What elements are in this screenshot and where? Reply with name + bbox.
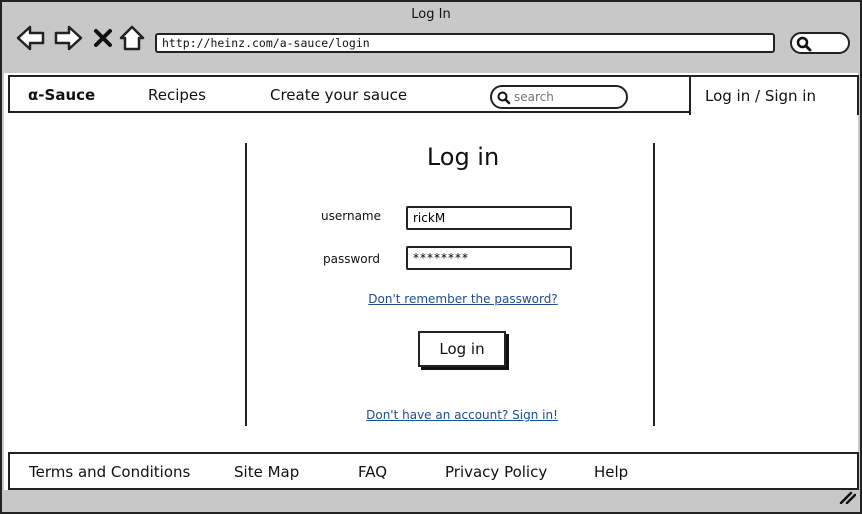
site-header: α-Sauce Recipes Create your sauce	[8, 75, 691, 113]
signup-link[interactable]: Don't have an account? Sign in!	[342, 408, 582, 422]
tab-login-signin[interactable]: Log in / Sign in	[689, 75, 859, 115]
nav-item-create-sauce[interactable]: Create your sauce	[270, 86, 407, 104]
brand-logo[interactable]: α-Sauce	[28, 86, 95, 104]
footer-link-help[interactable]: Help	[594, 463, 628, 481]
page-viewport: α-Sauce Recipes Create your sauce Log in…	[4, 73, 859, 490]
login-button[interactable]: Log in	[418, 331, 506, 367]
resize-grip-icon[interactable]	[838, 489, 857, 508]
content-divider-right	[653, 143, 655, 426]
username-label: username	[321, 209, 381, 223]
close-icon[interactable]	[92, 24, 120, 52]
browser-window: Log In http://heinz.com/a-sauce/login α-…	[0, 0, 862, 514]
content-divider-left	[245, 143, 247, 426]
browser-search-field[interactable]	[790, 32, 850, 54]
password-field[interactable]	[406, 246, 572, 270]
page-title: Log in	[426, 143, 500, 171]
arrow-left-icon[interactable]	[16, 24, 45, 52]
nav-item-recipes[interactable]: Recipes	[148, 86, 206, 104]
forgot-password-link[interactable]: Don't remember the password?	[348, 292, 578, 306]
address-bar[interactable]: http://heinz.com/a-sauce/login	[155, 33, 775, 53]
username-field[interactable]	[406, 206, 572, 230]
site-search[interactable]	[490, 85, 628, 109]
search-input[interactable]	[514, 88, 620, 106]
footer-link-faq[interactable]: FAQ	[358, 463, 387, 481]
home-icon[interactable]	[118, 24, 146, 52]
window-title: Log In	[411, 7, 451, 22]
arrow-right-icon[interactable]	[53, 24, 83, 52]
password-label: password	[323, 252, 380, 266]
footer-link-sitemap[interactable]: Site Map	[234, 463, 299, 481]
footer-link-privacy[interactable]: Privacy Policy	[445, 463, 547, 481]
site-footer: Terms and Conditions Site Map FAQ Privac…	[8, 452, 859, 490]
footer-link-terms[interactable]: Terms and Conditions	[29, 463, 190, 481]
